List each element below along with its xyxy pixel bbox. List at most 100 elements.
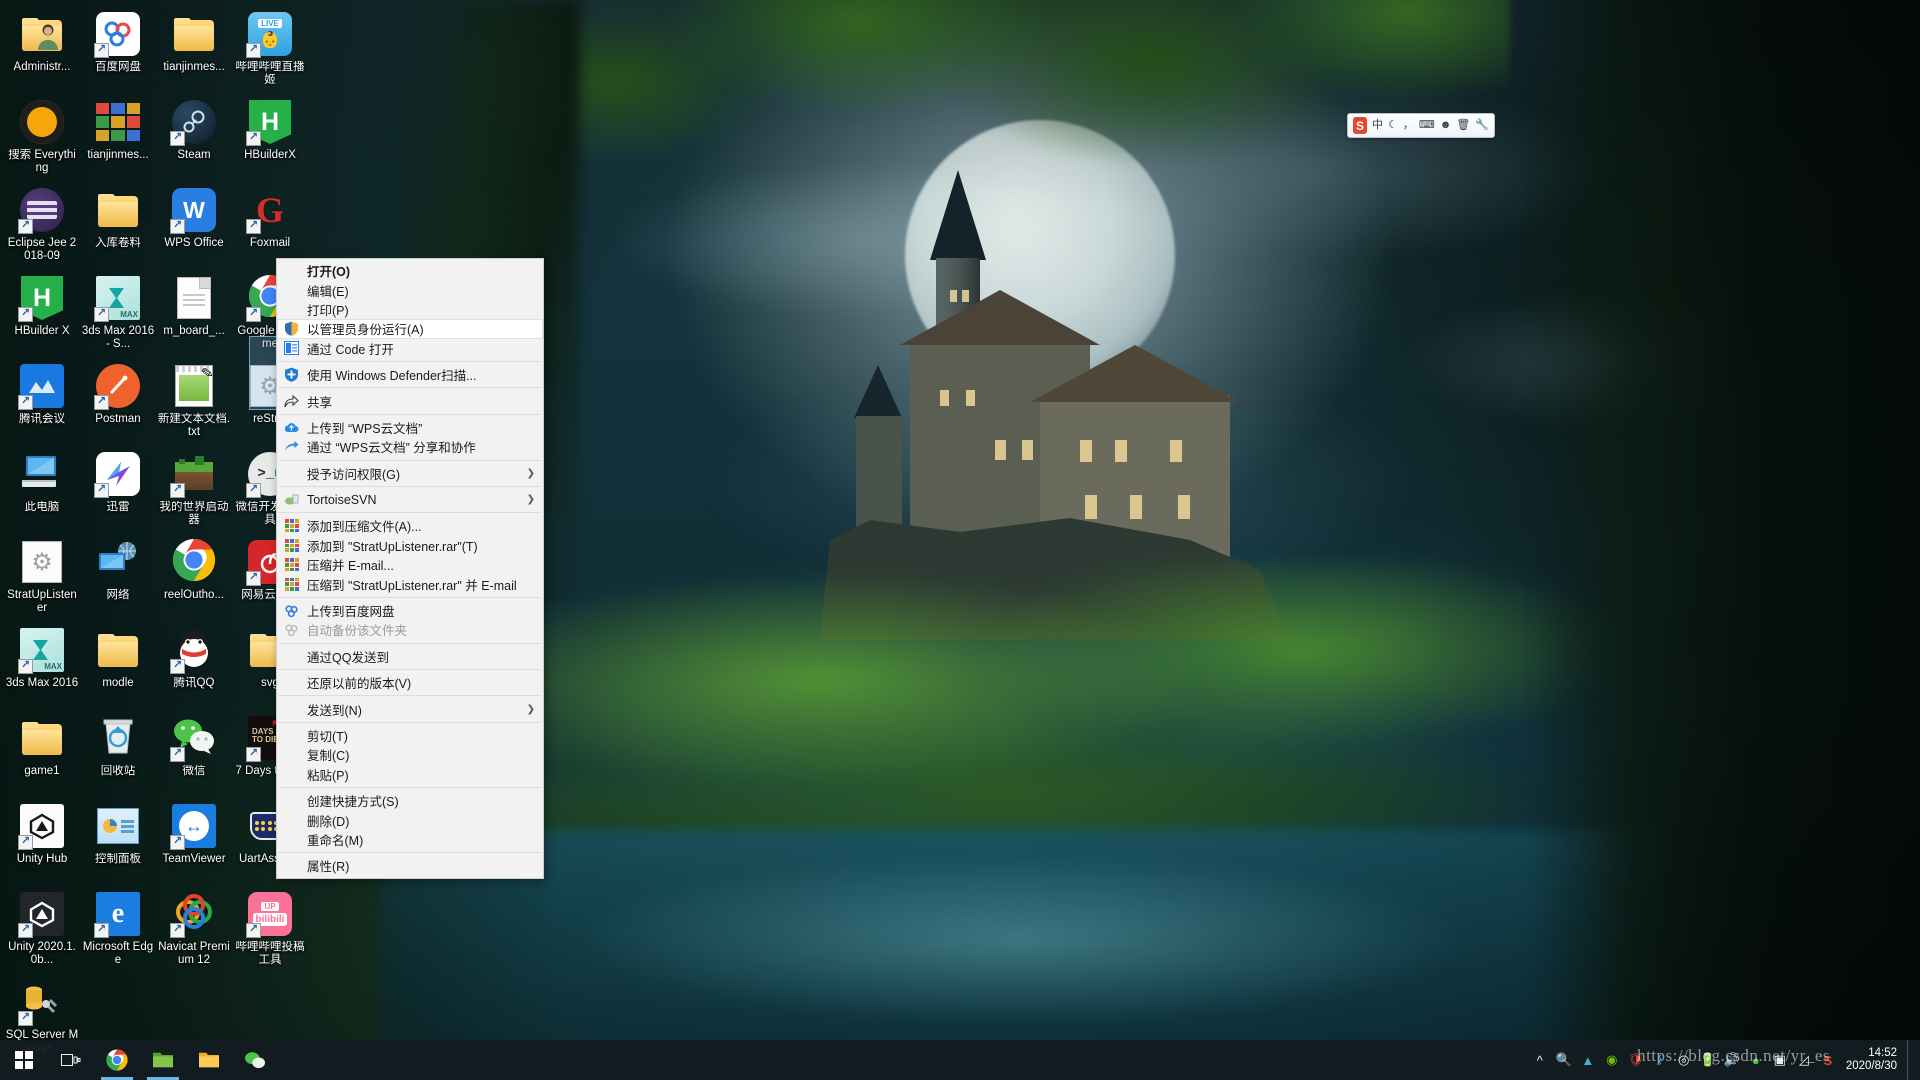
context-menu-item[interactable]: 通过 “WPS云文档” 分享和协作 (277, 437, 543, 456)
desktop-icon[interactable]: 控制面板 (80, 798, 156, 886)
desktop-icon[interactable]: UPbilibili 哔哩哔哩投稿工具 (232, 886, 308, 974)
desktop-icon[interactable]: 百度网盘 (80, 6, 156, 94)
start-button[interactable] (0, 1040, 48, 1080)
ime-moon-icon[interactable]: ☾ (1388, 120, 1398, 131)
desktop-icon[interactable]: 搜索 Everything (4, 94, 80, 182)
desktop-icon[interactable]: modle (80, 622, 156, 710)
desktop-icon[interactable]: 网络 (80, 534, 156, 622)
context-menu-item[interactable]: 属性(R) (277, 856, 543, 875)
context-menu-item[interactable]: 发送到(N) ❯ (277, 699, 543, 718)
context-menu-item[interactable]: 使用 Windows Defender扫描... (277, 365, 543, 384)
context-menu-item[interactable]: 通过 Code 打开 (277, 339, 543, 358)
desktop-icon[interactable]: W WPS Office (156, 182, 232, 270)
desktop-icon[interactable]: ⚙ StratUpListener (4, 534, 80, 622)
context-menu-item[interactable]: 通过QQ发送到 (277, 647, 543, 666)
context-menu-item[interactable]: 粘贴(P) (277, 765, 543, 784)
nvidia-icon[interactable]: ◉ (1600, 1040, 1624, 1080)
desktop-icon[interactable]: 回收站 (80, 710, 156, 798)
context-menu-item[interactable]: 共享 (277, 391, 543, 410)
context-menu-item[interactable]: 编辑(E) (277, 280, 543, 299)
desktop-icon[interactable]: 微信 (156, 710, 232, 798)
desktop-icon[interactable]: Postman (80, 358, 156, 446)
desktop-icon[interactable]: MAX 3ds Max 2016 - S... (80, 270, 156, 358)
desktop[interactable]: Administr... 百度网盘 tianjinmes... LIVE👶 哔哩哔哩直播… (0, 0, 1920, 1080)
desktop-icon[interactable]: reelOutho... (156, 534, 232, 622)
desktop-icon[interactable]: tianjinmes... (80, 94, 156, 182)
context-menu-item[interactable]: 上传到 “WPS云文档” (277, 418, 543, 437)
autodesk-icon[interactable]: ▲ (1576, 1040, 1600, 1080)
bluetooth-icon[interactable]: 𐌔 (1648, 1040, 1672, 1080)
context-menu-item[interactable]: 剪切(T) (277, 726, 543, 745)
sogou-ime-logo-icon[interactable]: S (1353, 117, 1367, 134)
desktop-icon-label: 哔哩哔哩投稿工具 (235, 941, 305, 966)
file-context-menu[interactable]: 打开(O) 编辑(E) 打印(P) 以管理员身份运行(A) 通过 Code 打开 使用 W… (276, 258, 544, 879)
desktop-icon[interactable]: Steam (156, 94, 232, 182)
desktop-icon[interactable]: Unity Hub (4, 798, 80, 886)
desktop-icon[interactable]: m_board_... (156, 270, 232, 358)
desktop-icon[interactable]: G Foxmail (232, 182, 308, 270)
show-desktop-button[interactable] (1907, 1040, 1914, 1080)
ime-mode-chinese[interactable]: 中 (1372, 120, 1383, 131)
taskbar-explorer-green-button[interactable] (140, 1040, 186, 1080)
desktop-icon[interactable]: e Microsoft Edge (80, 886, 156, 974)
desktop-icon[interactable]: 腾讯会议 (4, 358, 80, 446)
desktop-icon[interactable]: Eclipse Jee 2018-09 (4, 182, 80, 270)
desktop-icon[interactable]: 腾讯QQ (156, 622, 232, 710)
context-menu-item[interactable]: 重命名(M) (277, 830, 543, 849)
shield-uac-icon (283, 321, 300, 337)
network-icon[interactable]: ◿ (1792, 1040, 1816, 1080)
context-menu-item[interactable]: 添加到压缩文件(A)... (277, 516, 543, 535)
context-menu-item[interactable]: 以管理员身份运行(A) (277, 319, 543, 339)
desktop-icon[interactable]: 我的世界启动器 (156, 446, 232, 534)
ime-keyboard-icon[interactable]: ⌨ (1419, 120, 1435, 131)
context-menu-item[interactable]: 删除(D) (277, 810, 543, 829)
display-icon[interactable]: ▣ (1768, 1040, 1792, 1080)
context-menu-item[interactable]: 添加到 "StratUpListener.rar"(T) (277, 536, 543, 555)
ime-toolbar[interactable]: S 中 ☾ ， ⌨ ☻ 🗑 🔧 (1347, 113, 1495, 138)
desktop-icon[interactable]: ✏ 新建文本文档.txt (156, 358, 232, 446)
taskbar-clock[interactable]: 14:52 2020/8/30 (1840, 1040, 1907, 1080)
desktop-icon[interactable]: Navicat Premium 12 (156, 886, 232, 974)
desktop-icon[interactable]: MAX 3ds Max 2016 (4, 622, 80, 710)
context-menu-item[interactable]: 授予访问权限(G) ❯ (277, 464, 543, 483)
desktop-icon[interactable]: ↔ TeamViewer (156, 798, 232, 886)
desktop-icon[interactable]: Unity 2020.1.0b... (4, 886, 80, 974)
ime-user-icon[interactable]: ☻ (1440, 120, 1452, 131)
desktop-icon[interactable]: LIVE👶 哔哩哔哩直播姬 (232, 6, 308, 94)
desktop-icon[interactable]: 入库卷料 (80, 182, 156, 270)
ime-punctuation-icon[interactable]: ， (1403, 120, 1414, 131)
desktop-icon[interactable]: Administr... (4, 6, 80, 94)
context-menu-item[interactable]: 压缩并 E-mail... (277, 555, 543, 574)
taskbar-chrome-button[interactable] (94, 1040, 140, 1080)
context-menu-item-label: TortoiseSVN (307, 492, 377, 507)
desktop-icon[interactable]: tianjinmes... (156, 6, 232, 94)
system-tray[interactable]: ^ 🔍 ▲ ◉ 🛡 𐌔 ◎ 🔋 🔊 ● ▣ ◿ S 14:52 2020/8/3… (1528, 1040, 1920, 1080)
desktop-icon[interactable]: 迅雷 (80, 446, 156, 534)
ime-settings-icon[interactable]: 🔧 (1475, 120, 1489, 131)
chevron-up-icon[interactable]: ^ (1528, 1040, 1552, 1080)
sogou-tray-icon[interactable]: S (1816, 1040, 1840, 1080)
ime-toolbox-icon[interactable]: 🗑 (1456, 120, 1470, 131)
search-orange-icon[interactable]: 🔍 (1552, 1040, 1576, 1080)
context-menu-item[interactable]: 复制(C) (277, 745, 543, 764)
context-menu-item[interactable]: 打印(P) (277, 300, 543, 319)
wechat-tray-icon[interactable]: ● (1744, 1040, 1768, 1080)
taskbar-wechat-button[interactable] (232, 1040, 278, 1080)
task-view-button[interactable] (48, 1040, 94, 1080)
context-menu-item[interactable]: 上传到百度网盘 (277, 601, 543, 620)
taskbar[interactable]: ^ 🔍 ▲ ◉ 🛡 𐌔 ◎ 🔋 🔊 ● ▣ ◿ S 14:52 2020/8/3… (0, 1040, 1920, 1080)
disc-icon[interactable]: ◎ (1672, 1040, 1696, 1080)
context-menu-item[interactable]: 还原以前的版本(V) (277, 673, 543, 692)
desktop-icon[interactable]: H HBuilder X (4, 270, 80, 358)
security-icon[interactable]: 🛡 (1624, 1040, 1648, 1080)
context-menu-item[interactable]: 创建快捷方式(S) (277, 791, 543, 810)
volume-icon[interactable]: 🔊 (1720, 1040, 1744, 1080)
desktop-icon[interactable]: H HBuilderX (232, 94, 308, 182)
taskbar-explorer-button[interactable] (186, 1040, 232, 1080)
desktop-icon[interactable]: game1 (4, 710, 80, 798)
context-menu-item[interactable]: 打开(O) (277, 261, 543, 280)
battery-icon[interactable]: 🔋 (1696, 1040, 1720, 1080)
desktop-icon[interactable]: 此电脑 (4, 446, 80, 534)
context-menu-item[interactable]: TortoiseSVN ❯ (277, 490, 543, 509)
context-menu-item[interactable]: 压缩到 "StratUpListener.rar" 并 E-mail (277, 574, 543, 593)
